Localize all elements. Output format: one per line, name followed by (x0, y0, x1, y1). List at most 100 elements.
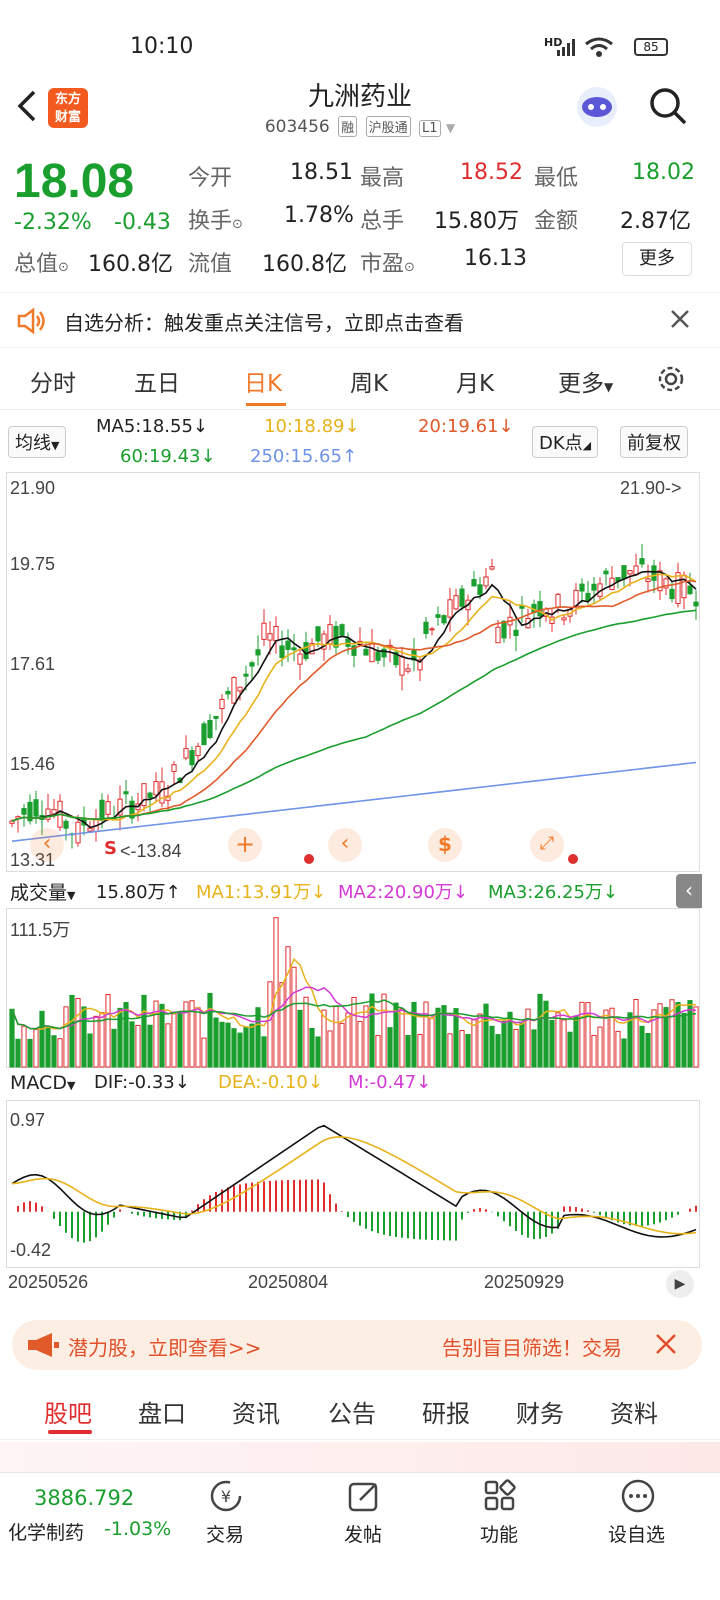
candle-body (231, 677, 237, 704)
price-axis-label: 15.46 (10, 754, 56, 774)
volume-bar (87, 1033, 93, 1068)
robot-assistant-icon[interactable] (574, 84, 620, 134)
candle-body (339, 624, 345, 636)
candle-body (291, 647, 297, 651)
fullscreen-icon[interactable]: ⤢ (530, 828, 564, 862)
candle-body (315, 626, 321, 642)
ad-banner[interactable]: 潜力股，立即查看>> 告别盲目筛选！交易 (12, 1320, 702, 1370)
high-label: 最高 (360, 166, 405, 191)
volume-bar (429, 1017, 435, 1068)
volume-bar (63, 1006, 69, 1068)
tag-level: L1 (419, 120, 441, 137)
volume-selector[interactable]: 成交量▼ (10, 878, 75, 905)
volume-bar (639, 1025, 645, 1068)
volume-bar (27, 1038, 33, 1068)
search-icon[interactable] (648, 86, 688, 130)
add-watchlist-button[interactable]: 设自选 (598, 1478, 688, 1558)
volume-bar (81, 1006, 87, 1068)
kline-chart[interactable] (6, 472, 700, 872)
candle-body (399, 655, 405, 676)
price-axis-label: 19.75 (10, 554, 56, 574)
volume-value: 15.80万 (434, 209, 519, 234)
volume-bar (513, 1028, 519, 1068)
ma-selector[interactable]: 均线▼ (8, 426, 67, 458)
macd-selector[interactable]: MACD▼ (10, 1072, 75, 1094)
volume-bar (405, 1035, 411, 1068)
settings-gear-icon[interactable] (656, 364, 686, 398)
tab-announcements[interactable]: 公告 (328, 1394, 376, 1429)
more-dots-icon (620, 1478, 656, 1518)
tab-news[interactable]: 资讯 (232, 1394, 280, 1429)
candle-body (669, 588, 675, 600)
volume-bar (531, 1029, 537, 1068)
low-mark-label: <-13.84 (120, 841, 182, 861)
volume-bar (555, 1012, 561, 1068)
candle-body (279, 645, 285, 659)
collapse-panel-icon[interactable]: ‹ (676, 874, 702, 908)
tab-profile[interactable]: 资料 (610, 1394, 658, 1429)
tab-daily-k[interactable]: 日K (244, 364, 282, 398)
candle-body (405, 668, 411, 672)
candle-body (471, 579, 477, 587)
tab-more[interactable]: 更多▼ (558, 364, 613, 398)
market-cap-value: 160.8亿 (88, 252, 173, 277)
chart-back-icon[interactable]: ‹ (30, 828, 64, 862)
play-icon[interactable]: ▶ (666, 1270, 694, 1298)
volume-bar (495, 1034, 501, 1068)
volume-bar (135, 1024, 141, 1068)
volume-bar (267, 981, 273, 1068)
ad-close-icon[interactable] (654, 1332, 678, 1360)
tab-five-day[interactable]: 五日 (134, 364, 180, 398)
tab-intraday[interactable]: 分时 (30, 364, 76, 398)
macd-chart[interactable] (6, 1100, 700, 1268)
adjust-mode-button[interactable]: 前复权 (620, 426, 688, 458)
post-button[interactable]: 发帖 (324, 1478, 404, 1558)
indicator-dot (568, 854, 578, 864)
volume-label: 总手 (360, 209, 405, 234)
notice-bar[interactable]: 自选分析：触发重点关注信号，立即点击查看 (0, 292, 720, 348)
scroll-left-icon[interactable]: ‹ (328, 828, 362, 862)
more-button[interactable]: 更多 (622, 242, 692, 276)
turnover-label: 换手⊙ (188, 209, 243, 234)
trade-button[interactable]: ¥ 交易 (186, 1478, 266, 1558)
tab-research[interactable]: 研报 (422, 1394, 470, 1429)
tab-monthly-k[interactable]: 月K (456, 364, 494, 398)
candle-body (555, 593, 561, 609)
volume-chart[interactable] (6, 908, 700, 1068)
signal-s-icon[interactable]: $ (428, 828, 462, 862)
candle-body (603, 570, 609, 575)
volume-bar (123, 1002, 129, 1068)
tab-forum[interactable]: 股吧 (44, 1394, 92, 1429)
dk-point-button[interactable]: DK点◢ (532, 426, 599, 458)
volume-bar (207, 992, 213, 1068)
candle-body (651, 565, 657, 581)
ma10-line (11, 573, 697, 822)
candle-body (213, 715, 219, 719)
sector-index-widget[interactable]: 3886.792 化学制药 -1.03% (0, 1484, 176, 1554)
close-icon[interactable] (668, 307, 692, 335)
volume-bar (255, 1007, 261, 1068)
volume-ma3: MA3:26.25万↓ (488, 882, 618, 903)
indicator-dot (304, 854, 314, 864)
tab-finance[interactable]: 财务 (516, 1394, 564, 1429)
ma20-line (11, 580, 697, 822)
date-label: 20250804 (248, 1272, 329, 1292)
candle-body (87, 827, 93, 832)
volume-bar (231, 1028, 237, 1068)
candle-body (459, 588, 465, 607)
volume-ma1: MA1:13.91万↓ (196, 882, 326, 903)
candle-body (297, 653, 303, 665)
change-abs: -0.43 (114, 210, 171, 235)
functions-button[interactable]: 功能 (460, 1478, 540, 1558)
volume-bar (369, 993, 375, 1068)
candle-body (33, 799, 39, 817)
zoom-in-icon[interactable]: + (228, 828, 262, 862)
volume-bar (585, 1002, 591, 1068)
tab-order-book[interactable]: 盘口 (138, 1394, 186, 1429)
volume-bar (297, 1009, 303, 1068)
candle-body (189, 750, 195, 766)
tag-connect: 沪股通 (365, 116, 411, 137)
volume-value: 15.80万↑ (96, 882, 181, 903)
tab-weekly-k[interactable]: 周K (350, 364, 388, 398)
volume-bar (327, 1030, 333, 1068)
